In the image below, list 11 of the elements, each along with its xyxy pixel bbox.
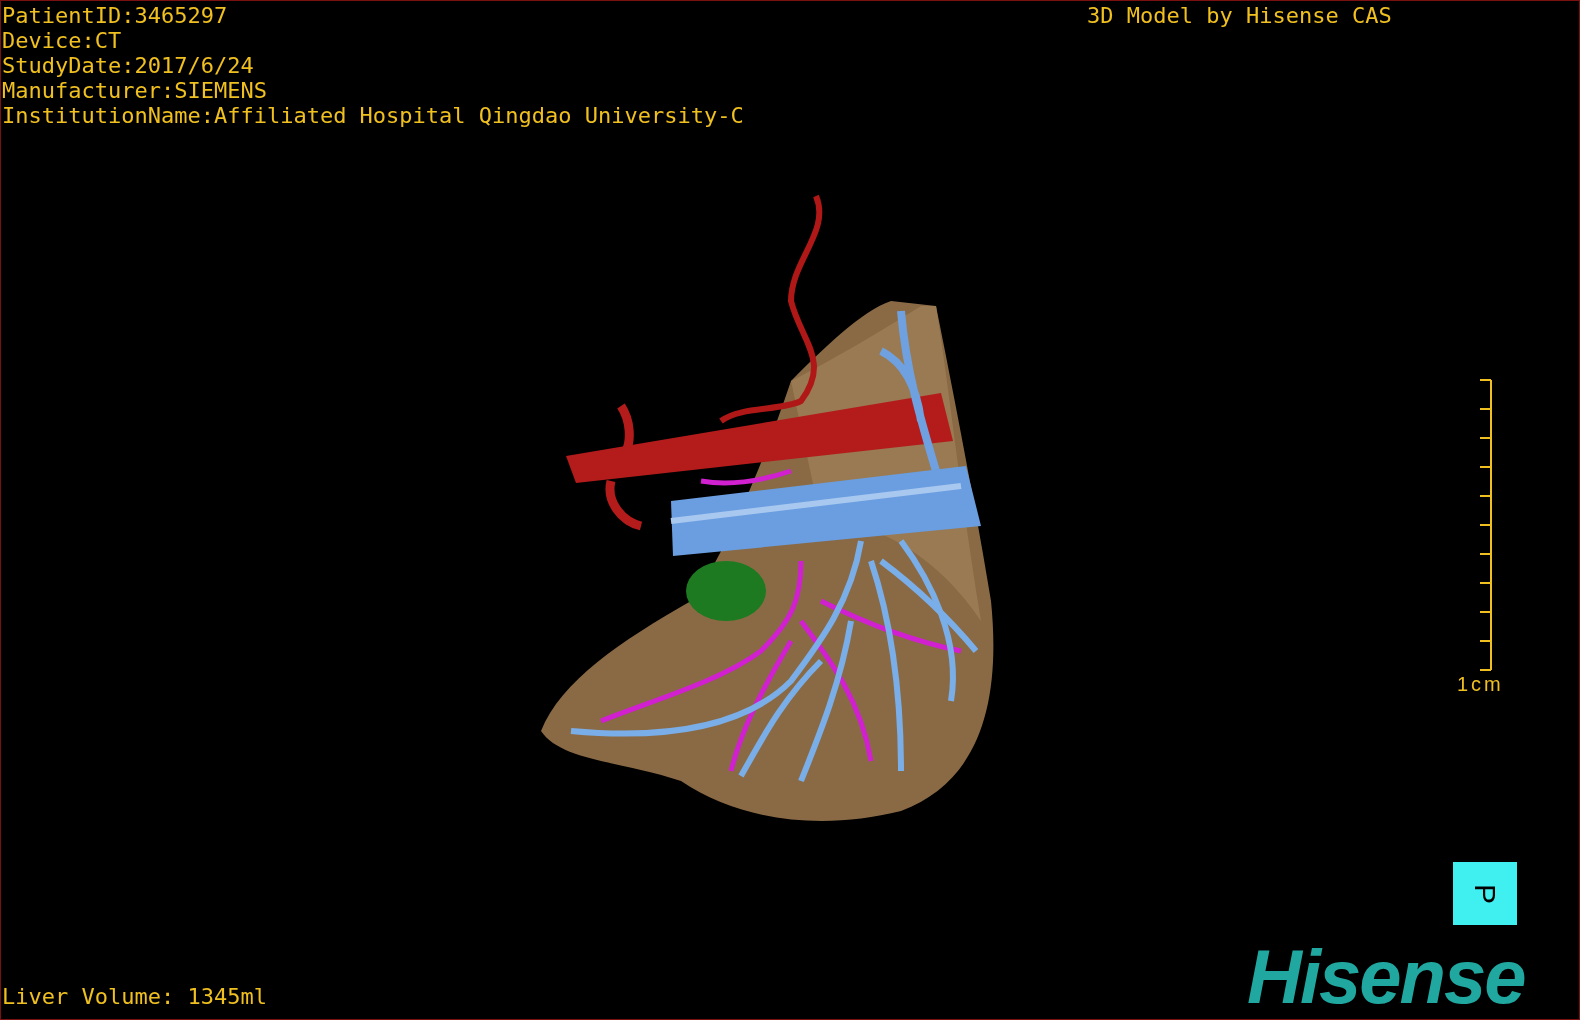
study-info-line: StudyDate:2017/6/24 — [2, 53, 255, 78]
hisense-logo: Hisense — [1247, 939, 1525, 1015]
study-info-line: PatientID:3465297 — [2, 3, 229, 28]
liver-volume: Liver Volume: 1345ml — [2, 984, 267, 1009]
orientation-cube[interactable]: P — [1453, 862, 1517, 925]
study-info-line: Device:CT — [2, 28, 123, 53]
study-info-line: Manufacturer:SIEMENS — [2, 78, 268, 103]
scale-label: 1cm — [1457, 673, 1504, 695]
study-info-line: InstitutionName:Affiliated Hospital Qingdao University-C — [2, 103, 744, 128]
orientation-label: P — [1470, 883, 1500, 904]
model-credit: 3D Model by Hisense CAS — [1087, 3, 1392, 28]
